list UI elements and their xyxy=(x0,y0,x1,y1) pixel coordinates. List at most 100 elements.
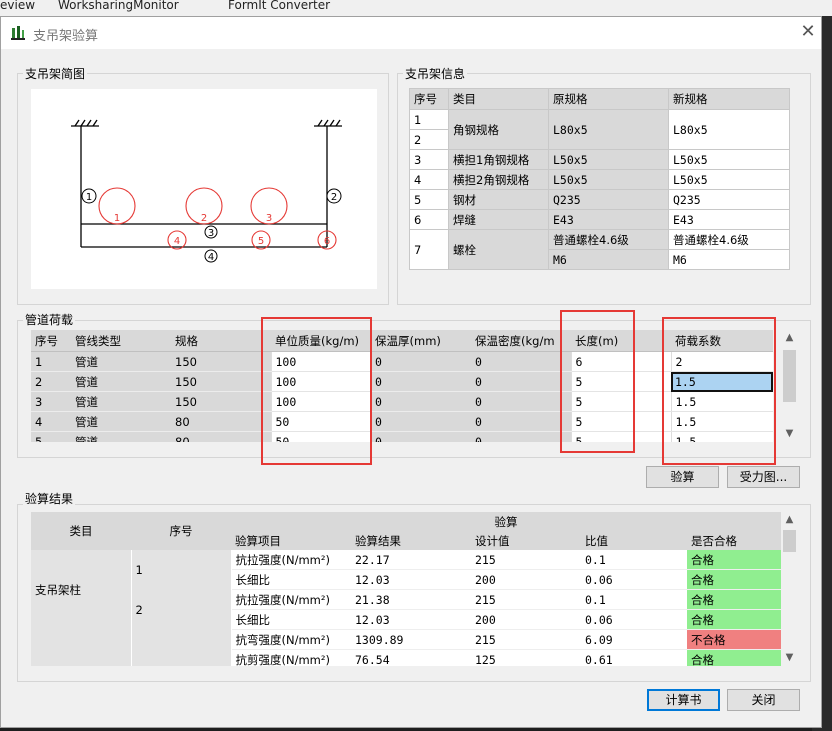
scroll-down-icon[interactable]: ▼ xyxy=(781,426,798,442)
pipe-cell-unit-mass[interactable]: 100 xyxy=(270,351,371,372)
pipe-cell-length[interactable]: 5 xyxy=(570,411,671,432)
pipe-cell-length[interactable]: 5 xyxy=(570,391,671,412)
pipe-header-unit-mass: 单位质量(kg/m) xyxy=(271,330,371,352)
result-design: 200 xyxy=(471,569,581,590)
diagram-group-label: 支吊架简图 xyxy=(23,65,88,82)
result-group-no-empty xyxy=(131,649,232,666)
pipe-load-scrollbar[interactable]: ▲ ▼ xyxy=(781,330,798,442)
pipe-cell-spec[interactable]: 150 xyxy=(171,371,271,392)
info-item: 螺栓 xyxy=(448,229,549,270)
pipe-cell-load-factor-selected[interactable]: 1.5 xyxy=(671,371,773,392)
pipe-cell-spec[interactable]: 80 xyxy=(171,411,271,432)
pipe-cell-load-factor[interactable]: 2 xyxy=(670,351,773,372)
result-pass-badge: 合格 xyxy=(687,589,781,610)
pipe-cell-spec[interactable]: 150 xyxy=(171,391,271,412)
bg-tab-formit-converter[interactable]: FormIt Converter xyxy=(228,0,330,12)
result-design: 215 xyxy=(471,629,581,650)
scroll-down-icon[interactable]: ▼ xyxy=(781,650,798,666)
result-group-no: 1 xyxy=(131,550,232,590)
force-diagram-button[interactable]: 受力图... xyxy=(727,466,800,488)
result-item: 抗拉强度(N/mm²) xyxy=(231,550,351,570)
info-new[interactable]: Q235 xyxy=(668,189,790,210)
result-scrollbar[interactable]: ▲ ▼ xyxy=(781,512,798,666)
info-row: 7 螺栓 普通螺栓4.6级 普通螺栓4.6级 xyxy=(409,229,790,270)
result-fail-badge: 不合格 xyxy=(687,629,781,650)
info-new[interactable]: L50x5 xyxy=(668,169,790,190)
result-value: 12.03 xyxy=(351,609,471,630)
scroll-up-icon[interactable]: ▲ xyxy=(781,512,798,528)
pipe-cell-insulation-density[interactable]: 0 xyxy=(471,411,571,432)
member-label-1: 1 xyxy=(86,192,92,203)
info-no: 2 xyxy=(409,129,449,150)
pipe-cell-length[interactable]: 5 xyxy=(570,371,671,392)
info-orig: 普通螺栓4.6级 xyxy=(548,229,669,250)
close-button[interactable]: 关闭 xyxy=(727,689,800,711)
pipe-cell-unit-mass[interactable]: 50 xyxy=(270,411,371,432)
pipe-cell-insulation-density[interactable]: 0 xyxy=(471,371,571,392)
result-pass-badge: 合格 xyxy=(687,569,781,590)
info-new[interactable]: M6 xyxy=(668,249,790,270)
info-header-item: 类目 xyxy=(448,88,549,110)
scroll-thumb[interactable] xyxy=(783,350,796,402)
pipe-cell-insulation-density[interactable]: 0 xyxy=(471,431,571,442)
pipe-cell-insulation-thickness[interactable]: 0 xyxy=(371,351,471,372)
result-value: 22.17 xyxy=(351,550,471,570)
pipe-cell-insulation-thickness[interactable]: 0 xyxy=(371,371,471,392)
info-orig: L50x5 xyxy=(548,149,669,170)
app-icon xyxy=(11,26,25,40)
result-design: 215 xyxy=(471,550,581,570)
pipe-cell-type[interactable]: 管道 xyxy=(71,351,171,372)
pipe-label-3: 3 xyxy=(266,213,272,224)
pipe-row[interactable]: 1 管道 150 100 0 0 6 2 xyxy=(31,351,773,372)
result-ratio: 0.61 xyxy=(581,649,687,666)
info-no: 7 xyxy=(409,229,449,270)
pipe-cell-load-factor[interactable]: 1.5 xyxy=(670,391,773,412)
pipe-header-insulation-density: 保温密度(kg/m xyxy=(471,330,571,352)
pipe-cell-load-factor[interactable]: 1.5 xyxy=(670,431,773,442)
info-new[interactable]: L50x5 xyxy=(668,149,790,170)
info-header-row: 序号 类目 原规格 新规格 xyxy=(409,88,790,110)
pipe-cell-spec[interactable]: 80 xyxy=(171,431,271,442)
pipe-cell-insulation-thickness[interactable]: 0 xyxy=(371,431,471,442)
pipe-cell-unit-mass[interactable]: 100 xyxy=(270,371,371,392)
pipe-cell-spec[interactable]: 150 xyxy=(171,351,271,372)
bg-tab-review[interactable]: eview xyxy=(0,0,35,12)
info-row: 5 钢材 Q235 Q235 xyxy=(409,189,790,210)
result-row: 抗弯强度(N/mm²) 1309.89 215 6.09 不合格 xyxy=(31,629,781,650)
info-new[interactable]: 普通螺栓4.6级 xyxy=(668,229,790,250)
pipe-load-table: 序号 管线类型 规格 单位质量(kg/m) 保温厚(mm) 保温密度(kg/m … xyxy=(31,330,773,442)
pipe-cell-unit-mass[interactable]: 50 xyxy=(270,431,371,442)
pipe-cell-unit-mass[interactable]: 100 xyxy=(270,391,371,412)
close-icon[interactable]: ✕ xyxy=(797,21,819,43)
pipe-cell-type[interactable]: 管道 xyxy=(71,391,171,412)
pipe-cell-insulation-thickness[interactable]: 0 xyxy=(371,411,471,432)
info-new[interactable]: E43 xyxy=(668,209,790,230)
pipe-cell-length[interactable]: 6 xyxy=(570,351,671,372)
scroll-thumb[interactable] xyxy=(783,530,796,552)
info-new[interactable]: L80x5 xyxy=(668,109,790,150)
pipe-load-group-label: 管道荷载 xyxy=(23,311,76,328)
result-header-row: 类目 序号 验算 xyxy=(31,512,781,550)
info-no: 6 xyxy=(409,209,449,230)
report-button[interactable]: 计算书 xyxy=(647,689,720,711)
pipe-cell-type[interactable]: 管道 xyxy=(71,431,171,442)
pipe-cell-type[interactable]: 管道 xyxy=(71,411,171,432)
bg-tab-worksharing-monitor[interactable]: WorksharingMonitor xyxy=(58,0,179,12)
scroll-up-icon[interactable]: ▲ xyxy=(781,330,798,346)
info-table: 序号 类目 原规格 新规格 1 角钢规格 L80x5 L80x5 2 3 横担1… xyxy=(409,88,790,270)
pipe-row[interactable]: 5 管道 80 50 0 0 5 1.5 xyxy=(31,431,773,442)
pipe-row[interactable]: 2 管道 150 100 0 0 5 1.5 xyxy=(31,371,773,392)
pipe-header-no: 序号 xyxy=(31,330,71,352)
pipe-cell-insulation-thickness[interactable]: 0 xyxy=(371,391,471,412)
pipe-cell-length[interactable]: 5 xyxy=(570,431,671,442)
pipe-row[interactable]: 4 管道 80 50 0 0 5 1.5 xyxy=(31,411,773,432)
pipe-cell-insulation-density[interactable]: 0 xyxy=(471,351,571,372)
pipe-cell-no: 2 xyxy=(31,371,71,392)
result-value: 21.38 xyxy=(351,589,471,610)
pipe-cell-insulation-density[interactable]: 0 xyxy=(471,391,571,412)
pipe-row[interactable]: 3 管道 150 100 0 0 5 1.5 xyxy=(31,391,773,412)
pipe-cell-type[interactable]: 管道 xyxy=(71,371,171,392)
info-header-new: 新规格 xyxy=(668,88,790,110)
pipe-cell-load-factor[interactable]: 1.5 xyxy=(670,411,773,432)
check-button[interactable]: 验算 xyxy=(646,466,719,488)
